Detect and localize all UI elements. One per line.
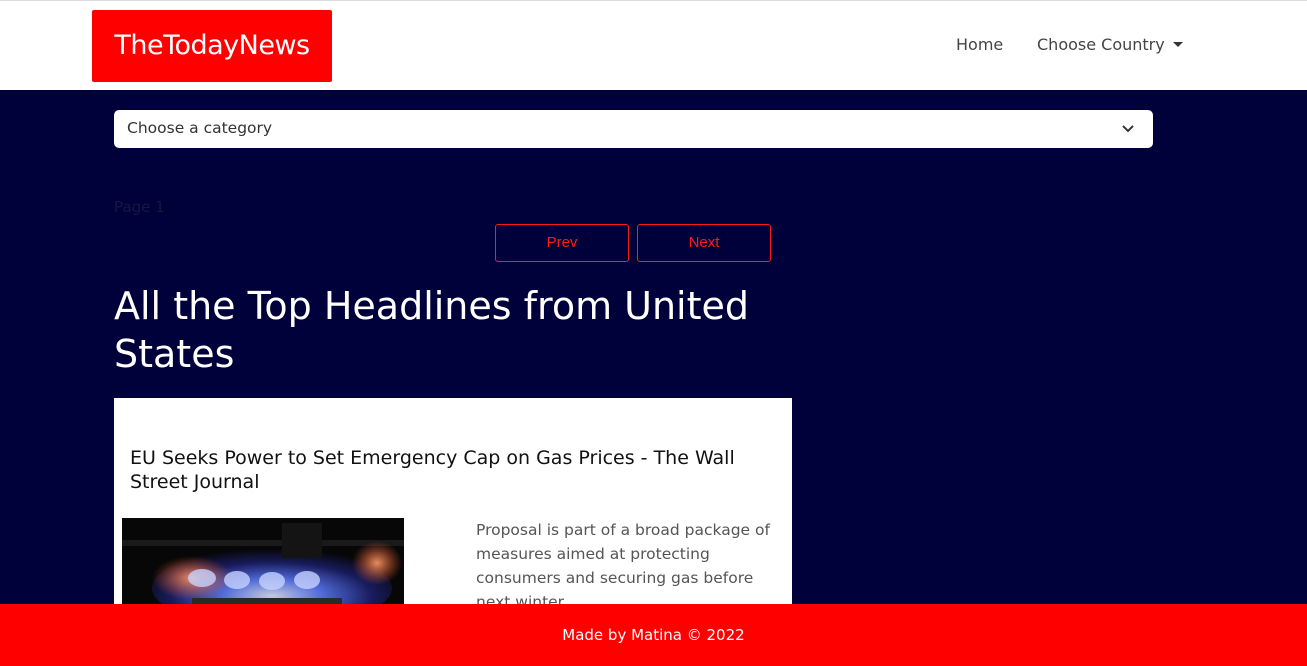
news-card-title[interactable]: EU Seeks Power to Set Emergency Cap on G… — [130, 446, 780, 494]
brand-logo[interactable]: TheTodayNews — [92, 10, 332, 82]
news-card-description: Proposal is part of a broad package of m… — [476, 521, 770, 611]
prev-button[interactable]: Prev — [495, 224, 629, 262]
footer-text: Made by Matina © 2022 — [562, 626, 745, 644]
next-button[interactable]: Next — [637, 224, 771, 262]
nav-home-link[interactable]: Home — [956, 35, 1003, 54]
nav-choose-country-dropdown[interactable]: Choose Country — [1037, 35, 1183, 54]
caret-down-icon — [1172, 42, 1183, 47]
nav-choose-country-label: Choose Country — [1037, 35, 1165, 54]
category-select-value: Choose a category — [127, 119, 273, 137]
page-number-label: Page 1 — [114, 198, 165, 216]
news-card: EU Seeks Power to Set Emergency Cap on G… — [114, 398, 792, 628]
footer: Made by Matina © 2022 — [0, 604, 1307, 666]
top-navbar: TheTodayNews Home Choose Country — [0, 0, 1307, 90]
category-select[interactable]: Choose a category — [114, 110, 1153, 148]
page-heading: All the Top Headlines from United States — [114, 284, 750, 376]
chevron-down-icon — [1122, 125, 1134, 133]
